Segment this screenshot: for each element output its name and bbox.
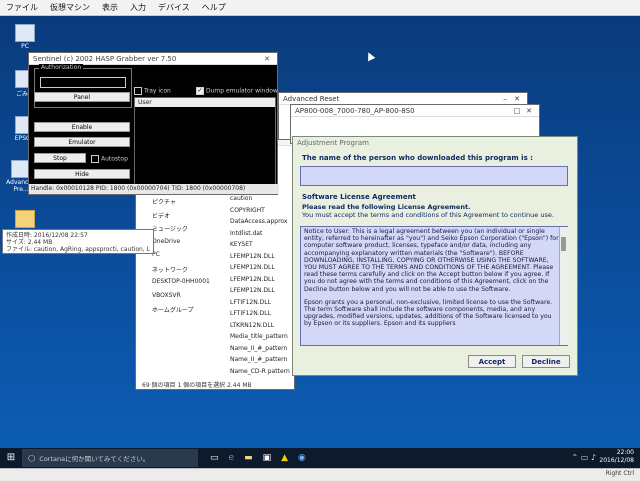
license-heading: Software License Agreement <box>302 193 416 201</box>
checkbox-icon <box>91 155 99 163</box>
scrollbar-thumb[interactable] <box>561 237 566 251</box>
hasp-log-list[interactable]: User <box>134 97 276 185</box>
hasp-title: Sentinel (c) 2002 HASP Grabber ver 7.50 <box>33 54 177 63</box>
close-icon[interactable]: ✕ <box>511 95 523 103</box>
checkmark-icon: ✓ <box>196 87 204 95</box>
file-row[interactable]: DataAccess.approx <box>230 218 287 225</box>
task-view-icon[interactable]: ▭ <box>210 453 219 463</box>
hasp-group-label: Authorization <box>39 64 84 71</box>
warning-app-icon[interactable]: ▲ <box>281 453 288 463</box>
vm-menu-file[interactable]: ファイル <box>6 2 38 13</box>
decline-button[interactable]: Decline <box>522 355 570 368</box>
cortana-search-box[interactable]: ◯ Cortanaに何か聞いてみてください。 <box>22 449 198 467</box>
hasp-autostop-checkbox[interactable]: Autostop <box>91 155 128 163</box>
folder-icon <box>15 210 35 228</box>
checkbox-icon <box>134 87 142 95</box>
clock-date[interactable]: 2016/12/08 <box>599 457 634 465</box>
file-row[interactable]: Media_title_pattern <box>230 333 288 340</box>
file-row[interactable]: KEYSET <box>230 241 253 248</box>
agreement-title: Adjustment Program <box>297 139 369 147</box>
file-tooltip: 作成日時: 2016/12/08 22:57 サイズ: 2.44 MB ファイル… <box>2 229 154 254</box>
store-icon[interactable]: ▣ <box>263 453 272 463</box>
accept-note: You must accept the terms and conditions… <box>302 211 554 219</box>
vm-menubar: ファイル 仮想マシン 表示 入力 デバイス ヘルプ <box>0 0 640 16</box>
hasp-tray-checkbox[interactable]: Tray icon <box>134 87 171 95</box>
tray-icons[interactable]: ⌃ ▭ ♪ <box>572 453 596 462</box>
vm-menu-machine[interactable]: 仮想マシン <box>50 2 90 13</box>
file-row[interactable]: LFEMP12N.DLL <box>230 253 275 260</box>
downloader-name-field[interactable] <box>300 166 568 186</box>
vm-menu-input[interactable]: 入力 <box>130 2 146 13</box>
file-row[interactable]: Name_II_#_pattern <box>230 345 287 352</box>
file-row[interactable]: LTKRN12N.DLL <box>230 322 274 329</box>
hasp-list-header: User <box>135 98 275 107</box>
vm-menu-devices[interactable]: デバイス <box>158 2 190 13</box>
nav-item[interactable]: ビデオ <box>152 211 170 220</box>
file-row[interactable]: Name_II_#_pattern <box>230 356 287 363</box>
nav-item[interactable]: OneDrive <box>152 238 180 245</box>
hasp-status-bar: Handle: 0x00010128 PID: 1800 (0x00000704… <box>29 184 279 194</box>
vm-menu-help[interactable]: ヘルプ <box>202 2 226 13</box>
read-instruction: Please read the following License Agreem… <box>302 203 471 211</box>
close-icon[interactable]: ✕ <box>261 55 273 63</box>
license-paragraph-1: Notice to User: This is a legal agreemen… <box>304 228 559 293</box>
vm-menu-view[interactable]: 表示 <box>102 2 118 13</box>
cortana-icon: ◯ <box>28 454 36 462</box>
nav-item[interactable]: ホームグループ <box>152 305 193 314</box>
accept-button[interactable]: Accept <box>468 355 516 368</box>
computer-icon <box>15 24 35 42</box>
nav-item[interactable]: ネットワーク <box>152 265 188 274</box>
vm-status-bar: Right Ctrl <box>0 468 640 481</box>
file-row[interactable]: LFTIF12N.DLL <box>230 299 271 306</box>
hasp-auth-input[interactable] <box>40 77 126 88</box>
windows-start-icon[interactable]: ⊞ <box>0 448 22 468</box>
nav-item[interactable]: VBOXSVR <box>152 292 181 299</box>
file-row[interactable]: Name_CD-R pattern <box>230 368 290 375</box>
nav-item[interactable]: DESKTOP-0HH0001 <box>152 278 210 285</box>
nav-item[interactable]: ミュージック <box>152 224 188 233</box>
file-row[interactable]: LFEMP12N.DLL <box>230 287 275 294</box>
hasp-stop-button[interactable]: Stop <box>34 153 86 163</box>
edge-icon[interactable]: e <box>229 453 235 463</box>
file-explorer-icon[interactable]: ▬ <box>244 453 253 463</box>
clock-time[interactable]: 22:00 <box>599 449 634 457</box>
hasp-hide-button[interactable]: Hide <box>34 169 130 179</box>
taskbar: ⊞ ◯ Cortanaに何か聞いてみてください。 ▭ e ▬ ▣ ▲ ◉ 22:… <box>0 448 640 468</box>
back-window-1-title: Advanced Reset <box>283 94 340 103</box>
explorer-status: 69 個の項目 1 個の項目を選択 2.44 MB <box>142 382 252 389</box>
file-row[interactable]: Intdlist.dat <box>230 230 262 237</box>
file-row[interactable]: LFEMP12N.DLL <box>230 264 275 271</box>
file-row[interactable]: COPYRIGHT <box>230 207 265 214</box>
license-text: Notice to User: This is a legal agreemen… <box>304 228 559 344</box>
host-key-label: Right Ctrl <box>605 470 634 477</box>
hasp-panel-button[interactable]: Panel <box>34 92 130 102</box>
license-paragraph-2: Epson grants you a personal, non-exclusi… <box>304 298 553 328</box>
license-scrollbar[interactable] <box>559 227 568 345</box>
file-row[interactable]: caution <box>230 195 252 202</box>
cortana-placeholder: Cortanaに何か聞いてみてください。 <box>39 455 150 463</box>
minimize-icon[interactable]: – <box>499 95 511 103</box>
app-icon[interactable]: ◉ <box>298 453 306 463</box>
nav-item[interactable]: ピクチャ <box>152 197 176 206</box>
desktop-icon-folder[interactable] <box>6 210 44 229</box>
desktop-icon-pc[interactable]: PC <box>6 24 44 50</box>
maximize-icon[interactable]: □ <box>511 107 523 115</box>
hasp-enable-button[interactable]: Enable <box>34 122 130 132</box>
hasp-emulator-button[interactable]: Emulator <box>34 137 130 147</box>
file-row[interactable]: LFEMP12N.DLL <box>230 276 275 283</box>
file-row[interactable]: LFTIF12N.DLL <box>230 310 271 317</box>
downloader-label: The name of the person who downloaded th… <box>302 154 533 162</box>
back-window-2-title: AP800-008_7000-780_AP-800-8S0 <box>295 106 415 115</box>
close-icon[interactable]: ✕ <box>523 107 535 115</box>
mouse-cursor-icon <box>364 50 376 62</box>
hasp-dump-checkbox[interactable]: ✓ Dump emulator window <box>196 87 278 95</box>
